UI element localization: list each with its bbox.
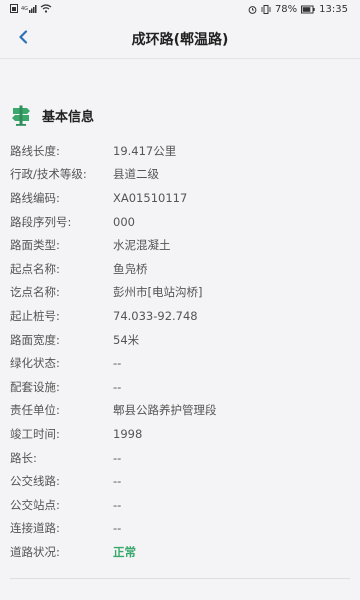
section-header: 基本信息 [10, 104, 94, 126]
sim-card-icon [10, 4, 18, 13]
info-label: 竣工时间: [10, 426, 60, 441]
back-button[interactable] [10, 24, 36, 50]
header-divider [0, 58, 360, 59]
info-label: 道路状况: [10, 544, 60, 559]
info-row: 路段序列号: 000 [10, 210, 350, 234]
info-row: 道路状况: 正常 [10, 540, 350, 564]
info-row: 绿化状态: -- [10, 351, 350, 375]
info-value: XA01510117 [113, 190, 188, 205]
status-bar: 4G 78% 13:35 [0, 0, 360, 20]
info-value: -- [113, 379, 122, 394]
info-value: -- [113, 450, 122, 465]
info-row: 路面类型: 水泥混凝土 [10, 233, 350, 257]
info-value: 郫县公路养护管理段 [113, 403, 217, 418]
info-value: -- [113, 474, 122, 489]
info-row: 行政/技术等级: 县道二级 [10, 163, 350, 187]
info-row: 讫点名称: 彭州市[电站沟桥] [10, 281, 350, 305]
info-list: 路线长度: 19.417公里行政/技术等级: 县道二级路线编码: XA01510117… [10, 139, 350, 564]
info-label: 配套设施: [10, 379, 60, 394]
info-row: 起止桩号: 74.033-92.748 [10, 304, 350, 328]
info-label: 路面类型: [10, 238, 60, 253]
signpost-icon [12, 105, 30, 126]
status-left: 4G [10, 4, 52, 13]
info-label: 起止桩号: [10, 308, 60, 323]
info-label: 连接道路: [10, 521, 60, 536]
info-label: 讫点名称: [10, 285, 60, 300]
info-value: -- [113, 521, 122, 536]
info-label: 责任单位: [10, 403, 60, 418]
info-value: 鱼凫桥 [113, 261, 148, 276]
info-row: 配套设施: -- [10, 375, 350, 399]
info-value: 彭州市[电站沟桥] [113, 285, 203, 300]
info-label: 公交线路: [10, 474, 60, 489]
status-right: 78% 13:35 [248, 4, 348, 15]
status-time: 13:35 [319, 4, 348, 15]
info-label: 路长: [10, 450, 37, 465]
battery-icon [301, 5, 315, 14]
info-value: 19.417公里 [113, 143, 177, 158]
bottom-divider [10, 578, 350, 579]
road-condition-value: 正常 [113, 544, 136, 559]
info-row: 路长: -- [10, 446, 350, 470]
info-row: 公交站点: -- [10, 493, 350, 517]
info-row: 路线长度: 19.417公里 [10, 139, 350, 163]
info-row: 起点名称: 鱼凫桥 [10, 257, 350, 281]
info-row: 连接道路: -- [10, 517, 350, 541]
signal-icon: 4G [21, 5, 37, 13]
info-value: -- [113, 497, 122, 512]
info-row: 公交线路: -- [10, 469, 350, 493]
section-title: 基本信息 [42, 109, 95, 125]
svg-text:4G: 4G [21, 6, 28, 12]
vibrate-icon [261, 5, 271, 14]
app-header: 成环路(郫温路) [0, 20, 360, 56]
chevron-left-icon [19, 30, 28, 44]
alarm-icon [248, 6, 257, 14]
info-label: 行政/技术等级: [10, 167, 87, 182]
info-value: 水泥混凝土 [113, 238, 171, 253]
info-label: 路线长度: [10, 143, 60, 158]
info-row: 路线编码: XA01510117 [10, 186, 350, 210]
info-label: 路线编码: [10, 190, 60, 205]
wifi-icon [40, 4, 52, 13]
info-label: 路面宽度: [10, 332, 60, 347]
info-value: 74.033-92.748 [113, 308, 198, 323]
info-value: 县道二级 [113, 167, 159, 182]
battery-percent: 78% [274, 4, 298, 15]
info-label: 绿化状态: [10, 356, 60, 371]
info-label: 路段序列号: [10, 214, 72, 229]
info-value: 1998 [113, 426, 143, 441]
info-row: 竣工时间: 1998 [10, 422, 350, 446]
info-value: 000 [113, 214, 135, 229]
info-value: -- [113, 356, 122, 371]
page-title: 成环路(郫温路) [131, 32, 229, 48]
info-row: 路面宽度: 54米 [10, 328, 350, 352]
info-label: 公交站点: [10, 497, 60, 512]
info-value: 54米 [113, 332, 140, 347]
info-label: 起点名称: [10, 261, 60, 276]
info-row: 责任单位: 郫县公路养护管理段 [10, 399, 350, 423]
